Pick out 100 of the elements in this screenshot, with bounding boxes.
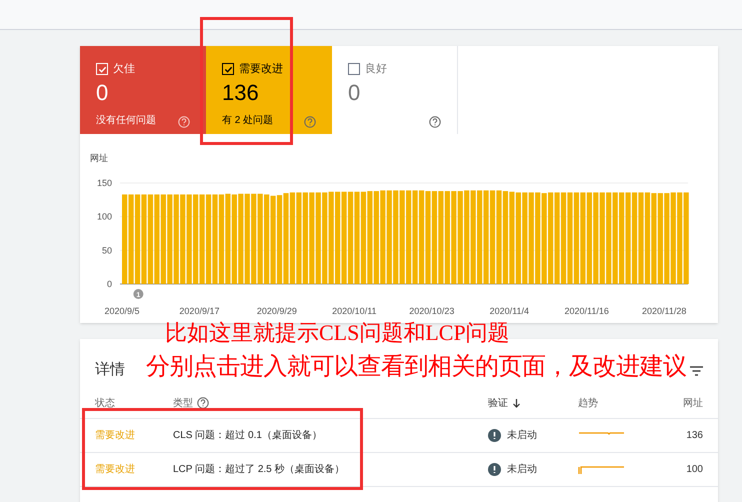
bar[interactable] (393, 190, 398, 284)
bar[interactable] (651, 192, 657, 284)
bar[interactable] (186, 194, 192, 284)
bar[interactable] (251, 193, 256, 284)
bar[interactable] (316, 192, 321, 284)
bar[interactable] (548, 192, 554, 284)
bar[interactable] (535, 192, 540, 284)
bar[interactable] (367, 190, 373, 284)
bar[interactable] (296, 192, 302, 284)
bar[interactable] (400, 190, 405, 284)
bar[interactable] (328, 191, 334, 284)
bar[interactable] (134, 194, 140, 284)
bar[interactable] (542, 192, 547, 284)
bar[interactable] (432, 190, 438, 284)
bar[interactable] (567, 192, 573, 284)
bar[interactable] (270, 195, 276, 284)
bar[interactable] (451, 190, 456, 284)
bar[interactable] (600, 192, 605, 284)
help-icon[interactable] (304, 116, 316, 128)
bar[interactable] (638, 192, 644, 284)
bar[interactable] (412, 190, 418, 284)
bar[interactable] (496, 190, 502, 284)
bar[interactable] (206, 194, 212, 284)
table-row[interactable]: 需要改进 LCP 问题：超过了 2.5 秒（桌面设备） 未启动 100 (80, 452, 718, 486)
bar[interactable] (406, 190, 412, 284)
bar[interactable] (199, 194, 205, 284)
bar[interactable] (418, 190, 424, 284)
bar[interactable] (238, 193, 244, 284)
bar[interactable] (341, 191, 347, 284)
bar[interactable] (193, 194, 198, 284)
bar[interactable] (212, 194, 218, 284)
bar[interactable] (477, 190, 482, 284)
bar[interactable] (141, 194, 147, 284)
bar[interactable] (612, 192, 618, 284)
bar[interactable] (380, 190, 386, 284)
bar[interactable] (276, 194, 282, 284)
bar[interactable] (574, 192, 580, 284)
bar[interactable] (458, 190, 463, 284)
bar[interactable] (167, 194, 172, 284)
bar[interactable] (290, 192, 296, 284)
bar[interactable] (554, 192, 560, 284)
bar[interactable] (425, 190, 431, 284)
bar[interactable] (658, 192, 663, 284)
column-header[interactable]: 验证 (488, 396, 508, 410)
bar[interactable] (258, 193, 263, 284)
bar[interactable] (677, 192, 682, 284)
bar[interactable] (218, 194, 224, 284)
bar[interactable] (264, 194, 270, 284)
bar[interactable] (664, 192, 670, 284)
help-icon[interactable] (429, 116, 441, 128)
bar[interactable] (522, 192, 528, 284)
bar[interactable] (309, 192, 314, 284)
bar[interactable] (464, 190, 470, 284)
table-row[interactable]: 需要改进 CLS 问题：超过 0.1（桌面设备） 未启动 136 (80, 418, 718, 452)
bar[interactable] (586, 192, 592, 284)
bar[interactable] (354, 191, 360, 284)
bar[interactable] (348, 191, 354, 284)
bar[interactable] (174, 194, 179, 284)
filter-icon[interactable] (690, 366, 703, 376)
bar[interactable] (625, 192, 631, 284)
bar[interactable] (160, 194, 166, 284)
bar[interactable] (490, 190, 496, 284)
bar[interactable] (516, 192, 521, 284)
bar[interactable] (632, 192, 638, 284)
bar[interactable] (470, 190, 476, 284)
bar[interactable] (322, 192, 328, 284)
help-icon[interactable] (197, 397, 209, 409)
bar[interactable] (483, 190, 489, 284)
bar[interactable] (670, 192, 676, 284)
bar[interactable] (335, 191, 340, 284)
bar[interactable] (148, 194, 154, 284)
bar[interactable] (509, 191, 515, 284)
bar[interactable] (684, 192, 689, 284)
bar[interactable] (225, 193, 231, 284)
bar[interactable] (122, 194, 128, 284)
bar[interactable] (128, 194, 134, 284)
bar[interactable] (644, 192, 650, 284)
bar[interactable] (232, 194, 237, 284)
bar[interactable] (560, 192, 566, 284)
summary-tile[interactable]: 良好 0 (332, 46, 458, 134)
bar[interactable] (180, 194, 186, 284)
bar[interactable] (154, 194, 160, 284)
checkbox[interactable] (222, 63, 234, 76)
bar[interactable] (302, 192, 308, 284)
bar[interactable] (593, 192, 598, 284)
bar[interactable] (606, 192, 612, 284)
bar[interactable] (283, 192, 289, 284)
bar[interactable] (438, 190, 444, 284)
bar[interactable] (502, 190, 508, 284)
bar[interactable] (580, 192, 586, 284)
summary-tile[interactable]: 需要改进 136 有 2 处问题 (206, 46, 332, 134)
bar[interactable] (374, 190, 379, 284)
sort-arrow-icon[interactable] (512, 398, 521, 408)
checkbox[interactable] (348, 63, 360, 76)
bar[interactable] (528, 192, 534, 284)
bar[interactable] (386, 190, 392, 284)
bar[interactable] (444, 190, 450, 284)
bar[interactable] (360, 191, 366, 284)
bar[interactable] (244, 193, 250, 284)
bar[interactable] (619, 192, 624, 284)
